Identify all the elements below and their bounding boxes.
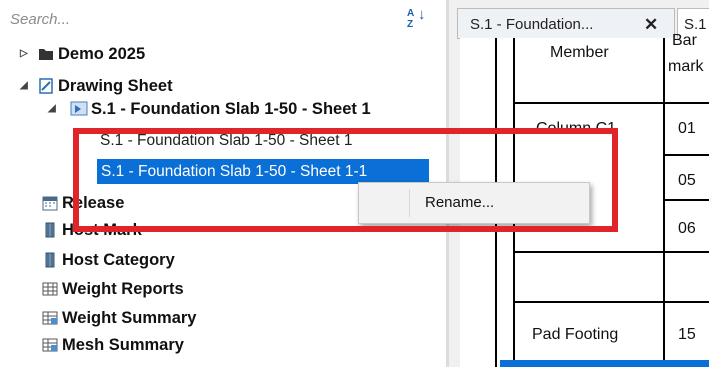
tab-foundation-slab[interactable]: S.1 - Foundation... ✕ (457, 8, 675, 39)
calendar-icon (42, 196, 58, 211)
summary-table-icon (42, 311, 58, 325)
tree-label: Host Category (62, 251, 175, 269)
tree-label: Mesh Summary (62, 336, 184, 354)
tree-label: Weight Summary (62, 309, 197, 327)
grid-line (513, 251, 709, 253)
column-host-icon (45, 222, 55, 238)
tab-label: S.1 (684, 16, 707, 33)
tree-node-weight-reports[interactable]: Weight Reports (0, 278, 440, 300)
tab-label: S.1 - Foundation... (470, 16, 594, 33)
header-member: Member (550, 44, 609, 61)
tree-node-drawing-sheet[interactable]: ◢ Drawing Sheet (0, 75, 440, 97)
cell-mark: 05 (678, 172, 696, 189)
grid-line (663, 154, 709, 156)
sort-z-label: Z (407, 19, 414, 30)
folder-icon (39, 49, 53, 60)
sort-arrow-icon: ↓ (418, 6, 426, 23)
report-grid-icon (42, 282, 58, 296)
highlight-annotation-box (73, 128, 618, 232)
grid-line (513, 301, 709, 303)
cell-mark: 15 (678, 326, 696, 343)
sort-a-label: A (407, 8, 415, 19)
header-bar: Bar (672, 32, 697, 49)
expand-collapsed-icon[interactable]: ▷ (20, 43, 28, 65)
tree-node-host-category[interactable]: Host Category (0, 249, 440, 271)
close-icon[interactable]: ✕ (644, 9, 658, 38)
tree-label: Weight Reports (62, 280, 184, 298)
selection-strip (500, 360, 709, 367)
tree-node-demo[interactable]: ▷ Demo 2025 (0, 43, 440, 65)
tree-label: S.1 - Foundation Slab 1-50 - Sheet 1 (91, 100, 371, 118)
drawing-sheet-icon (39, 78, 53, 94)
tree-label: Demo 2025 (58, 45, 146, 63)
tree-node-weight-summary[interactable]: Weight Summary (0, 307, 440, 329)
cell-member: Pad Footing (532, 326, 619, 343)
expand-expanded-icon[interactable]: ◢ (48, 98, 56, 120)
grid-line (663, 38, 665, 367)
tree-label: Drawing Sheet (58, 77, 173, 95)
header-mark: mark (668, 58, 704, 75)
tree-node-mesh-summary[interactable]: Mesh Summary (0, 334, 440, 356)
tree-node-sheet-parent[interactable]: ◢ S.1 - Foundation Slab 1-50 - Sheet 1 (0, 98, 440, 120)
cell-mark: 01 (678, 120, 696, 137)
sheet-view-icon (70, 101, 88, 116)
sort-az-button[interactable]: A Z ↓ (404, 5, 430, 33)
column-host-icon (45, 252, 55, 268)
search-input[interactable]: Search... (10, 6, 394, 34)
cell-mark: 06 (678, 220, 696, 237)
summary-table-icon (42, 338, 58, 352)
grid-line (513, 102, 709, 104)
grid-line (663, 199, 709, 201)
expand-expanded-icon[interactable]: ◢ (20, 75, 28, 97)
